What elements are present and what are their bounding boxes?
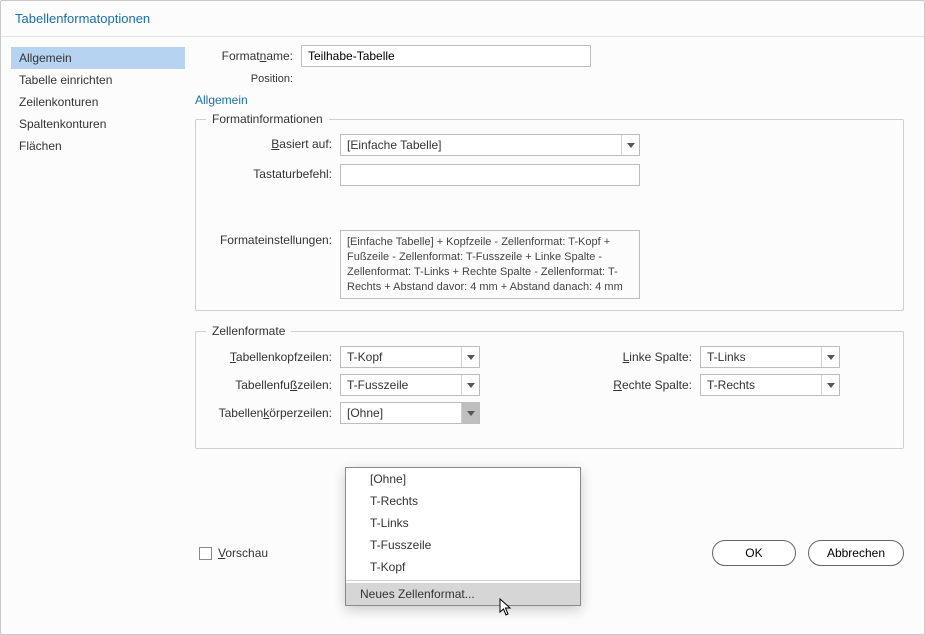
dropdown-option-new[interactable]: Neues Zellenformat...: [346, 583, 580, 605]
dialog-buttons: OK Abbrechen: [712, 540, 904, 566]
chevron-down-icon: [461, 347, 479, 367]
formatinformationen-legend: Formatinformationen: [206, 112, 329, 126]
sidebar-item-label: Spaltenkonturen: [19, 117, 106, 131]
formatname-row: Formatname:: [191, 45, 904, 67]
chevron-down-icon: [461, 403, 479, 423]
sidebar-item-allgemein[interactable]: Allgemein: [11, 47, 185, 69]
chevron-down-icon: [461, 375, 479, 395]
sidebar-item-flaechen[interactable]: Flächen: [11, 135, 185, 157]
tastatur-input[interactable]: [340, 164, 640, 186]
tastatur-label: Tastaturbefehl:: [210, 164, 340, 181]
sidebar-item-label: Flächen: [19, 139, 62, 153]
basiert-select[interactable]: [Einfache Tabelle]: [340, 134, 640, 156]
tastatur-row: Tastaturbefehl:: [210, 164, 889, 186]
fusszeilen-label: Tabellenfußzeilen:: [210, 378, 340, 392]
sidebar: Allgemein Tabelle einrichten Zeilenkontu…: [1, 37, 185, 634]
dropdown-option[interactable]: [Ohne]: [346, 468, 580, 490]
fusszeilen-select[interactable]: T-Fusszeile: [340, 374, 480, 396]
formatname-input[interactable]: [301, 45, 591, 67]
section-allgemein-heading: Allgemein: [195, 93, 904, 107]
kopfzeilen-row: Tabellenkopfzeilen: T-Kopf Linke Spalte:…: [210, 346, 889, 368]
kopfzeilen-select[interactable]: T-Kopf: [340, 346, 480, 368]
fusszeilen-value: T-Fusszeile: [347, 378, 461, 392]
formatinformationen-fieldset: Formatinformationen Basiert auf: [Einfac…: [195, 119, 904, 311]
zellenformate-fieldset: Zellenformate Tabellenkopfzeilen: T-Kopf…: [195, 331, 904, 449]
formatname-label: Formatname:: [191, 49, 301, 63]
einstellungen-row: Formateinstellungen: [Einfache Tabelle] …: [210, 230, 889, 299]
dialog-title-text: Tabellenformatoptionen: [15, 11, 150, 26]
rechte-label: Rechte Spalte:: [600, 378, 700, 392]
basiert-value: [Einfache Tabelle]: [347, 138, 621, 152]
rechte-value: T-Rechts: [707, 378, 821, 392]
sidebar-item-zeilenkonturen[interactable]: Zeilenkonturen: [11, 91, 185, 113]
chevron-down-icon: [821, 375, 839, 395]
fusszeilen-row: Tabellenfußzeilen: T-Fusszeile Rechte Sp…: [210, 374, 889, 396]
basiert-label: Basiert auf:: [210, 134, 340, 151]
chevron-down-icon: [821, 347, 839, 367]
sidebar-item-tabelle-einrichten[interactable]: Tabelle einrichten: [11, 69, 185, 91]
rechte-select[interactable]: T-Rechts: [700, 374, 840, 396]
linke-select[interactable]: T-Links: [700, 346, 840, 368]
dropdown-separator: [346, 580, 580, 581]
sidebar-item-label: Zeilenkonturen: [19, 95, 98, 109]
chevron-down-icon: [621, 135, 639, 155]
sidebar-item-label: Allgemein: [19, 51, 72, 65]
koerperzeilen-dropdown: [Ohne] T-Rechts T-Links T-Fusszeile T-Ko…: [345, 467, 581, 606]
kopfzeilen-label: Tabellenkopfzeilen:: [210, 350, 340, 364]
dropdown-option[interactable]: T-Links: [346, 512, 580, 534]
koerperzeilen-value: [Ohne]: [347, 406, 461, 420]
vorschau-checkbox[interactable]: Vorschau: [199, 546, 268, 560]
koerperzeilen-label: Tabellenkörperzeilen:: [210, 406, 340, 420]
einstellungen-label: Formateinstellungen:: [210, 230, 340, 247]
ok-button[interactable]: OK: [712, 540, 796, 566]
vorschau-label: Vorschau: [218, 546, 268, 560]
position-label: Position:: [191, 73, 301, 85]
linke-value: T-Links: [707, 350, 821, 364]
koerperzeilen-select[interactable]: [Ohne]: [340, 402, 480, 424]
dropdown-option[interactable]: T-Fusszeile: [346, 534, 580, 556]
kopfzeilen-value: T-Kopf: [347, 350, 461, 364]
zellenformate-legend: Zellenformate: [206, 324, 291, 338]
sidebar-item-label: Tabelle einrichten: [19, 73, 112, 87]
dropdown-option[interactable]: T-Kopf: [346, 556, 580, 578]
checkbox-box: [199, 547, 212, 560]
position-row: Position:: [191, 73, 904, 85]
dialog-title: Tabellenformatoptionen: [1, 1, 924, 37]
sidebar-item-spaltenkonturen[interactable]: Spaltenkonturen: [11, 113, 185, 135]
einstellungen-value: [Einfache Tabelle] + Kopfzeile - Zellenf…: [340, 230, 640, 299]
koerperzeilen-row: Tabellenkörperzeilen: [Ohne]: [210, 402, 889, 424]
basiert-row: Basiert auf: [Einfache Tabelle]: [210, 134, 889, 156]
cancel-button[interactable]: Abbrechen: [808, 540, 904, 566]
dropdown-option[interactable]: T-Rechts: [346, 490, 580, 512]
linke-label: Linke Spalte:: [600, 350, 700, 364]
dialog-window: Tabellenformatoptionen Allgemein Tabelle…: [0, 0, 925, 635]
